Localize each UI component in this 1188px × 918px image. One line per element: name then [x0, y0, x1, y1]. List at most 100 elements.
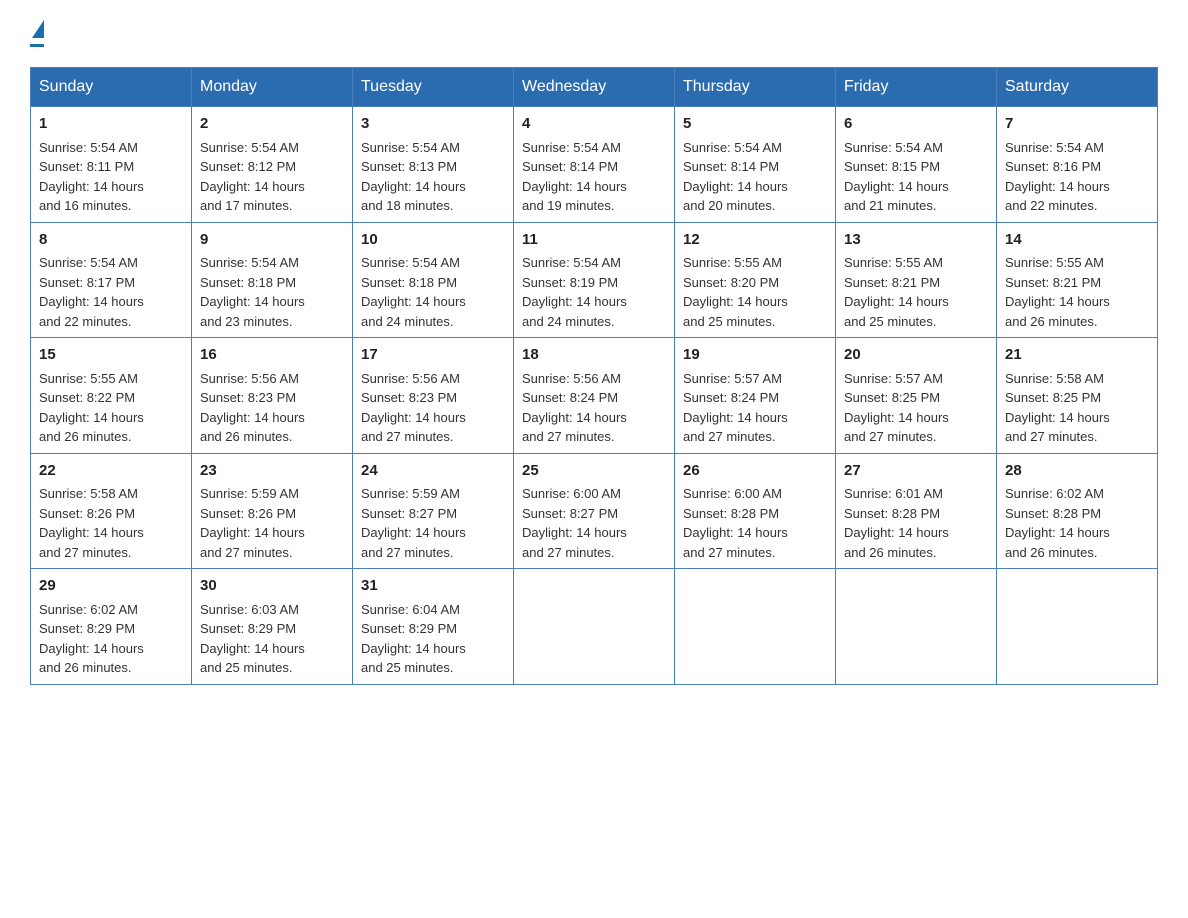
- day-info: Sunrise: 5:54 AMSunset: 8:14 PMDaylight:…: [522, 140, 627, 214]
- calendar-day-cell: 3 Sunrise: 5:54 AMSunset: 8:13 PMDayligh…: [353, 107, 514, 223]
- day-of-week-header: Sunday: [31, 68, 192, 107]
- calendar-day-cell: 10 Sunrise: 5:54 AMSunset: 8:18 PMDaylig…: [353, 222, 514, 338]
- day-info: Sunrise: 6:02 AMSunset: 8:29 PMDaylight:…: [39, 602, 144, 676]
- day-number: 17: [361, 344, 505, 367]
- day-info: Sunrise: 5:54 AMSunset: 8:15 PMDaylight:…: [844, 140, 949, 214]
- day-info: Sunrise: 5:54 AMSunset: 8:16 PMDaylight:…: [1005, 140, 1110, 214]
- logo: [30, 20, 44, 47]
- day-number: 19: [683, 344, 827, 367]
- calendar-day-cell: 8 Sunrise: 5:54 AMSunset: 8:17 PMDayligh…: [31, 222, 192, 338]
- day-info: Sunrise: 5:56 AMSunset: 8:23 PMDaylight:…: [200, 371, 305, 445]
- day-number: 27: [844, 460, 988, 483]
- day-of-week-header: Monday: [192, 68, 353, 107]
- day-number: 10: [361, 229, 505, 252]
- day-of-week-header: Saturday: [997, 68, 1158, 107]
- day-info: Sunrise: 6:01 AMSunset: 8:28 PMDaylight:…: [844, 486, 949, 560]
- calendar-day-cell: 6 Sunrise: 5:54 AMSunset: 8:15 PMDayligh…: [836, 107, 997, 223]
- day-number: 2: [200, 113, 344, 136]
- calendar-day-cell: 7 Sunrise: 5:54 AMSunset: 8:16 PMDayligh…: [997, 107, 1158, 223]
- day-number: 9: [200, 229, 344, 252]
- calendar-day-cell: 9 Sunrise: 5:54 AMSunset: 8:18 PMDayligh…: [192, 222, 353, 338]
- calendar-day-cell: 25 Sunrise: 6:00 AMSunset: 8:27 PMDaylig…: [514, 453, 675, 569]
- day-number: 18: [522, 344, 666, 367]
- day-info: Sunrise: 5:59 AMSunset: 8:26 PMDaylight:…: [200, 486, 305, 560]
- calendar-week-row: 8 Sunrise: 5:54 AMSunset: 8:17 PMDayligh…: [31, 222, 1158, 338]
- day-number: 28: [1005, 460, 1149, 483]
- day-info: Sunrise: 5:54 AMSunset: 8:11 PMDaylight:…: [39, 140, 144, 214]
- day-info: Sunrise: 6:03 AMSunset: 8:29 PMDaylight:…: [200, 602, 305, 676]
- calendar-day-cell: 22 Sunrise: 5:58 AMSunset: 8:26 PMDaylig…: [31, 453, 192, 569]
- calendar-day-cell: 16 Sunrise: 5:56 AMSunset: 8:23 PMDaylig…: [192, 338, 353, 454]
- calendar-day-cell: 21 Sunrise: 5:58 AMSunset: 8:25 PMDaylig…: [997, 338, 1158, 454]
- logo-underline: [30, 44, 44, 47]
- page-header: [30, 20, 1158, 47]
- calendar-day-cell: 23 Sunrise: 5:59 AMSunset: 8:26 PMDaylig…: [192, 453, 353, 569]
- calendar-day-cell: [514, 569, 675, 685]
- calendar-day-cell: 4 Sunrise: 5:54 AMSunset: 8:14 PMDayligh…: [514, 107, 675, 223]
- day-number: 29: [39, 575, 183, 598]
- day-number: 21: [1005, 344, 1149, 367]
- calendar-day-cell: 17 Sunrise: 5:56 AMSunset: 8:23 PMDaylig…: [353, 338, 514, 454]
- calendar-week-row: 1 Sunrise: 5:54 AMSunset: 8:11 PMDayligh…: [31, 107, 1158, 223]
- calendar-day-cell: 13 Sunrise: 5:55 AMSunset: 8:21 PMDaylig…: [836, 222, 997, 338]
- day-info: Sunrise: 5:54 AMSunset: 8:19 PMDaylight:…: [522, 255, 627, 329]
- calendar-week-row: 15 Sunrise: 5:55 AMSunset: 8:22 PMDaylig…: [31, 338, 1158, 454]
- day-number: 7: [1005, 113, 1149, 136]
- day-number: 16: [200, 344, 344, 367]
- logo-triangle-icon: [32, 20, 44, 38]
- day-number: 11: [522, 229, 666, 252]
- day-info: Sunrise: 5:56 AMSunset: 8:24 PMDaylight:…: [522, 371, 627, 445]
- day-info: Sunrise: 5:58 AMSunset: 8:26 PMDaylight:…: [39, 486, 144, 560]
- day-number: 3: [361, 113, 505, 136]
- day-number: 5: [683, 113, 827, 136]
- calendar-day-cell: 15 Sunrise: 5:55 AMSunset: 8:22 PMDaylig…: [31, 338, 192, 454]
- day-number: 30: [200, 575, 344, 598]
- calendar-day-cell: 11 Sunrise: 5:54 AMSunset: 8:19 PMDaylig…: [514, 222, 675, 338]
- day-info: Sunrise: 5:57 AMSunset: 8:25 PMDaylight:…: [844, 371, 949, 445]
- day-info: Sunrise: 6:00 AMSunset: 8:28 PMDaylight:…: [683, 486, 788, 560]
- day-of-week-header: Tuesday: [353, 68, 514, 107]
- day-info: Sunrise: 5:54 AMSunset: 8:17 PMDaylight:…: [39, 255, 144, 329]
- day-info: Sunrise: 5:54 AMSunset: 8:14 PMDaylight:…: [683, 140, 788, 214]
- day-number: 24: [361, 460, 505, 483]
- day-number: 23: [200, 460, 344, 483]
- calendar-day-cell: 31 Sunrise: 6:04 AMSunset: 8:29 PMDaylig…: [353, 569, 514, 685]
- day-info: Sunrise: 5:58 AMSunset: 8:25 PMDaylight:…: [1005, 371, 1110, 445]
- day-number: 25: [522, 460, 666, 483]
- day-of-week-header: Wednesday: [514, 68, 675, 107]
- calendar-day-cell: 12 Sunrise: 5:55 AMSunset: 8:20 PMDaylig…: [675, 222, 836, 338]
- calendar-day-cell: 14 Sunrise: 5:55 AMSunset: 8:21 PMDaylig…: [997, 222, 1158, 338]
- calendar-day-cell: 18 Sunrise: 5:56 AMSunset: 8:24 PMDaylig…: [514, 338, 675, 454]
- day-of-week-header: Friday: [836, 68, 997, 107]
- day-info: Sunrise: 5:55 AMSunset: 8:21 PMDaylight:…: [844, 255, 949, 329]
- day-info: Sunrise: 5:55 AMSunset: 8:20 PMDaylight:…: [683, 255, 788, 329]
- day-info: Sunrise: 5:55 AMSunset: 8:22 PMDaylight:…: [39, 371, 144, 445]
- day-info: Sunrise: 5:54 AMSunset: 8:18 PMDaylight:…: [200, 255, 305, 329]
- calendar-day-cell: 2 Sunrise: 5:54 AMSunset: 8:12 PMDayligh…: [192, 107, 353, 223]
- calendar-day-cell: 29 Sunrise: 6:02 AMSunset: 8:29 PMDaylig…: [31, 569, 192, 685]
- day-number: 8: [39, 229, 183, 252]
- day-info: Sunrise: 5:59 AMSunset: 8:27 PMDaylight:…: [361, 486, 466, 560]
- calendar-header-row: SundayMondayTuesdayWednesdayThursdayFrid…: [31, 68, 1158, 107]
- day-of-week-header: Thursday: [675, 68, 836, 107]
- day-info: Sunrise: 5:54 AMSunset: 8:12 PMDaylight:…: [200, 140, 305, 214]
- day-info: Sunrise: 5:56 AMSunset: 8:23 PMDaylight:…: [361, 371, 466, 445]
- calendar-day-cell: 1 Sunrise: 5:54 AMSunset: 8:11 PMDayligh…: [31, 107, 192, 223]
- calendar-day-cell: 19 Sunrise: 5:57 AMSunset: 8:24 PMDaylig…: [675, 338, 836, 454]
- day-info: Sunrise: 6:02 AMSunset: 8:28 PMDaylight:…: [1005, 486, 1110, 560]
- calendar-day-cell: [675, 569, 836, 685]
- calendar-day-cell: 27 Sunrise: 6:01 AMSunset: 8:28 PMDaylig…: [836, 453, 997, 569]
- calendar-day-cell: 5 Sunrise: 5:54 AMSunset: 8:14 PMDayligh…: [675, 107, 836, 223]
- calendar-day-cell: [997, 569, 1158, 685]
- day-info: Sunrise: 5:54 AMSunset: 8:13 PMDaylight:…: [361, 140, 466, 214]
- calendar-day-cell: 24 Sunrise: 5:59 AMSunset: 8:27 PMDaylig…: [353, 453, 514, 569]
- day-number: 31: [361, 575, 505, 598]
- day-number: 22: [39, 460, 183, 483]
- calendar-day-cell: 28 Sunrise: 6:02 AMSunset: 8:28 PMDaylig…: [997, 453, 1158, 569]
- day-number: 12: [683, 229, 827, 252]
- day-info: Sunrise: 6:00 AMSunset: 8:27 PMDaylight:…: [522, 486, 627, 560]
- day-info: Sunrise: 5:54 AMSunset: 8:18 PMDaylight:…: [361, 255, 466, 329]
- day-number: 15: [39, 344, 183, 367]
- day-number: 14: [1005, 229, 1149, 252]
- day-info: Sunrise: 6:04 AMSunset: 8:29 PMDaylight:…: [361, 602, 466, 676]
